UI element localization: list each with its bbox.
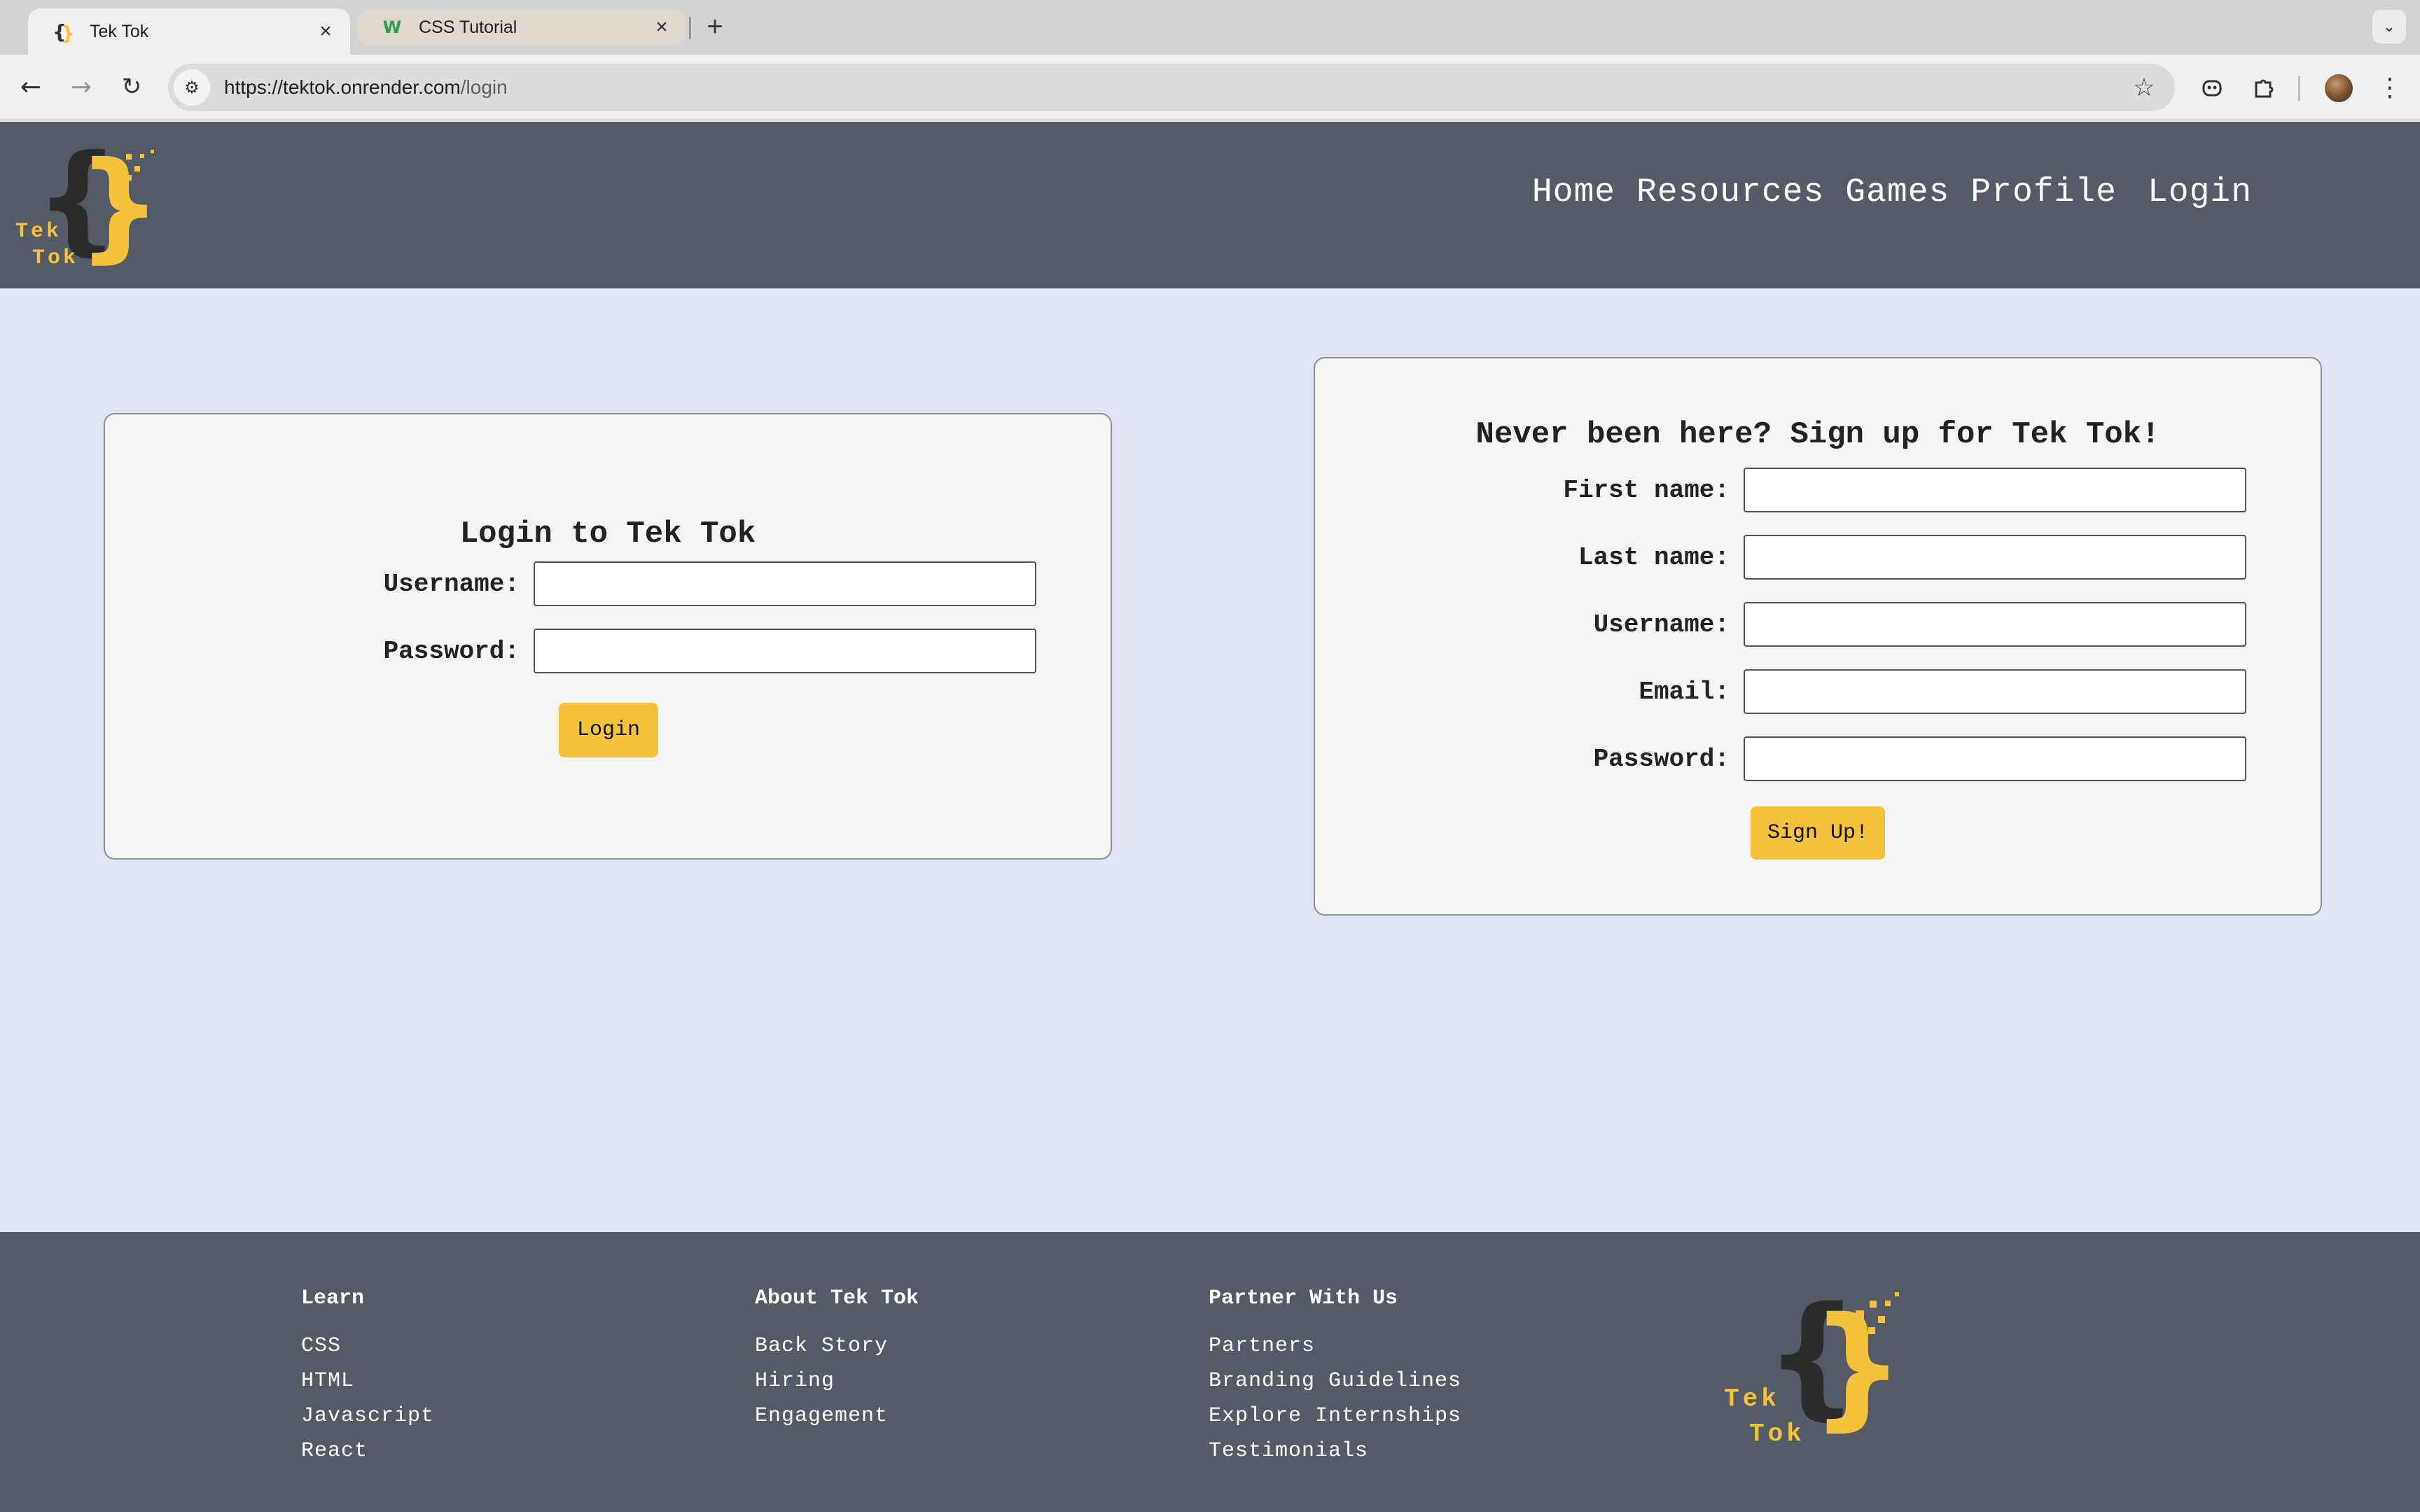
signup-password-input[interactable] [1744, 736, 2246, 781]
footer-link-testimonials[interactable]: Testimonials [1209, 1434, 1461, 1469]
profile-avatar[interactable] [2325, 74, 2353, 102]
address-bar[interactable]: ⚙ https://tektok.onrender.com/login ☆ [168, 64, 2175, 111]
footer-link-engagement[interactable]: Engagement [755, 1399, 919, 1434]
main-nav: Home Resources Games Profile Login [1532, 174, 2252, 211]
nav-games[interactable]: Games [1845, 174, 1949, 211]
footer-logo-text-tek: Tek [1724, 1385, 1780, 1413]
footer-learn-heading: Learn [301, 1287, 365, 1310]
login-title: Login to Tek Tok [459, 517, 756, 552]
close-icon[interactable]: × [315, 20, 336, 43]
w3schools-favicon-icon: W [382, 18, 402, 37]
footer-partner-column: Partner With Us Partners Branding Guidel… [1209, 1287, 1461, 1469]
last-name-input[interactable] [1744, 535, 2246, 580]
bookmark-star-icon[interactable]: ☆ [2133, 74, 2155, 102]
tab-title: Tek Tok [90, 21, 149, 41]
login-button[interactable]: Login [559, 703, 658, 757]
tab-tek-tok[interactable]: {} Tek Tok × [28, 8, 350, 55]
tab-divider [689, 17, 691, 39]
new-tab-icon[interactable]: + [700, 13, 730, 42]
username-label: Username: [383, 569, 520, 598]
last-name-label: Last name: [1578, 542, 1730, 572]
footer-link-css[interactable]: CSS [301, 1329, 434, 1364]
tab-title: CSS Tutorial [419, 17, 517, 37]
nav-home[interactable]: Home [1532, 174, 1615, 211]
tab-search-chevron-icon[interactable]: ⌄ [2372, 10, 2406, 43]
signup-email-row: Email: [1315, 669, 2246, 714]
email-input[interactable] [1744, 669, 2246, 714]
browser-toolbar: ← → ↻ ⚙ https://tektok.onrender.com/logi… [0, 55, 2420, 120]
signup-username-input[interactable] [1744, 602, 2246, 647]
url-host: https://tektok.onrender.com [224, 76, 461, 98]
signup-last-name-row: Last name: [1315, 535, 2246, 580]
footer-partner-heading: Partner With Us [1209, 1287, 1398, 1310]
login-username-row: Username: [105, 561, 1036, 606]
browser-tab-bar: {} Tek Tok × W CSS Tutorial × + ⌄ [0, 0, 2420, 55]
login-password-input[interactable] [534, 629, 1036, 673]
footer-link-hiring[interactable]: Hiring [755, 1364, 919, 1399]
first-name-input[interactable] [1744, 468, 2246, 512]
footer-about-column: About Tek Tok Back Story Hiring Engageme… [755, 1287, 919, 1434]
close-icon[interactable]: × [651, 15, 672, 39]
signup-card: Never been here? Sign up for Tek Tok! Fi… [1314, 357, 2322, 916]
footer-logo-text-tok: Tok [1749, 1420, 1805, 1448]
footer-link-react[interactable]: React [301, 1434, 434, 1469]
signup-username-row: Username: [1315, 602, 2246, 647]
site-header: { } Tek Tok Home Resources Games Profile… [0, 122, 2420, 288]
url-path: /login [460, 76, 508, 98]
tektok-favicon-icon: {} [52, 20, 74, 43]
nav-profile[interactable]: Profile [1970, 174, 2117, 211]
more-menu-icon[interactable]: ⋮ [2374, 71, 2406, 104]
password-label: Password: [383, 636, 520, 666]
footer-link-branding-guidelines[interactable]: Branding Guidelines [1209, 1364, 1461, 1399]
email-label: Email: [1639, 677, 1730, 706]
footer-about-heading: About Tek Tok [755, 1287, 919, 1310]
site-footer: Learn CSS HTML Javascript React About Te… [0, 1232, 2420, 1512]
login-password-row: Password: [105, 629, 1036, 673]
footer-learn-column: Learn CSS HTML Javascript React [301, 1287, 434, 1469]
back-arrow-icon[interactable]: ← [14, 70, 48, 104]
puzzle-extensions-icon[interactable] [2248, 71, 2280, 104]
login-username-input[interactable] [534, 561, 1036, 606]
extension-icon[interactable] [2196, 71, 2228, 104]
login-card: Login to Tek Tok Username: Password: Log… [104, 413, 1112, 860]
url-text: https://tektok.onrender.com/login [224, 76, 2133, 99]
tab-css-tutorial[interactable]: W CSS Tutorial × [357, 10, 686, 45]
password-label: Password: [1593, 744, 1730, 774]
svg-text:}: } [61, 22, 74, 43]
site-settings-icon[interactable]: ⚙ [174, 69, 210, 106]
nav-resources[interactable]: Resources [1636, 174, 1824, 211]
footer-link-back-story[interactable]: Back Story [755, 1329, 919, 1364]
footer-link-html[interactable]: HTML [301, 1364, 434, 1399]
first-name-label: First name: [1563, 475, 1730, 505]
signup-first-name-row: First name: [1315, 468, 2246, 512]
sign-up-button[interactable]: Sign Up! [1751, 806, 1885, 860]
logo-text-tek: Tek [15, 220, 62, 244]
footer-link-explore-internships[interactable]: Explore Internships [1209, 1399, 1461, 1434]
reload-icon[interactable]: ↻ [115, 70, 148, 104]
forward-arrow-icon[interactable]: → [64, 70, 98, 104]
toolbar-separator [2298, 76, 2300, 101]
username-label: Username: [1593, 610, 1730, 639]
footer-link-javascript[interactable]: Javascript [301, 1399, 434, 1434]
nav-login[interactable]: Login [2148, 174, 2252, 211]
footer-link-partners[interactable]: Partners [1209, 1329, 1461, 1364]
signup-password-row: Password: [1315, 736, 2246, 781]
signup-title: Never been here? Sign up for Tek Tok! [1475, 417, 2160, 452]
logo-text-tok: Tok [32, 246, 79, 270]
